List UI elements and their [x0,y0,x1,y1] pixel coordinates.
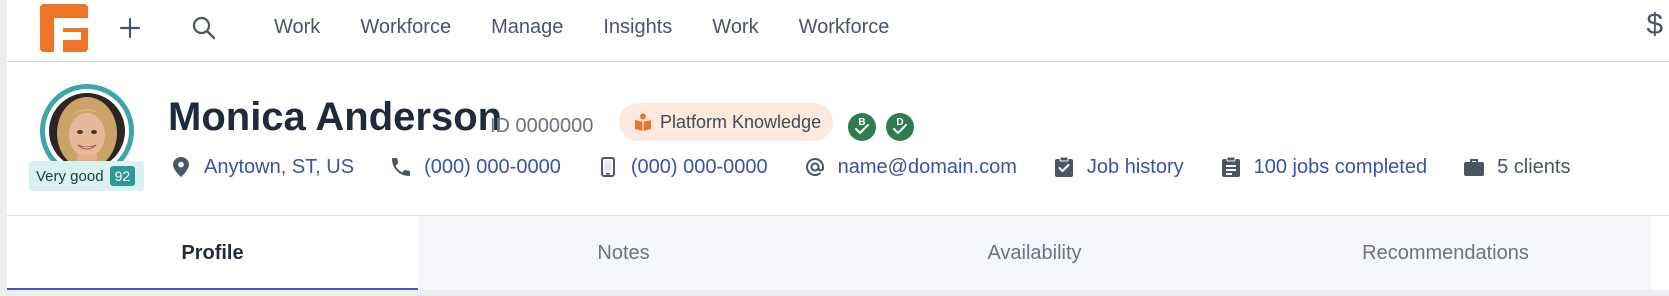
search-icon[interactable] [188,12,220,44]
nav-item-work[interactable]: Work [274,16,320,39]
clipboard-check-icon [1053,156,1075,178]
dollar-icon[interactable]: $ [1646,8,1663,42]
tab-profile[interactable]: Profile [7,216,418,296]
cert-letter-b: B [858,117,865,128]
tabs-bottom-divider [7,290,1669,296]
platform-knowledge-badge[interactable]: Platform Knowledge [619,103,833,141]
location-item[interactable]: Anytown, ST, US [170,156,354,179]
brand-logo[interactable] [40,4,88,52]
phone-text: (000) 000-0000 [424,155,561,178]
phone-icon [390,156,412,178]
nav-item-work-2[interactable]: Work [712,16,758,39]
job-history-link: Job history [1086,155,1184,178]
profile-id: ID 0000000 [490,115,594,137]
nav-item-insights[interactable]: Insights [603,16,672,39]
main-menu: Work Workforce Manage Insights Work Work… [274,0,929,54]
avatar-photo [49,93,125,169]
left-edge-rule [0,0,7,296]
plus-icon[interactable] [114,12,146,44]
nav-item-workforce[interactable]: Workforce [360,16,451,39]
mobile-item[interactable]: (000) 000-0000 [597,156,768,179]
contact-info-row: Anytown, ST, US (000) 000-0000 (000) 000… [170,154,1606,180]
at-sign-icon [804,156,826,178]
book-reader-icon [635,113,651,131]
rating-badge: Very good 92 [29,161,144,191]
tab-recommendations[interactable]: Recommendations [1240,216,1651,296]
nav-item-workforce-2[interactable]: Workforce [799,16,890,39]
clients-item[interactable]: 5 clients [1463,156,1570,179]
profile-name: Monica Anderson [168,95,503,139]
jobs-completed-link: 100 jobs completed [1253,155,1428,178]
profile-tabs: Profile Notes Availability Recommendatio… [7,215,1669,296]
phone-item[interactable]: (000) 000-0000 [390,156,561,179]
map-pin-icon [170,156,192,178]
tab-availability[interactable]: Availability [829,216,1240,296]
job-history-item[interactable]: Job history [1053,156,1184,179]
certification-d-icon[interactable]: D [886,113,914,141]
email-item[interactable]: name@domain.com [804,156,1017,179]
clipboard-list-icon [1220,156,1242,178]
mobile-text: (000) 000-0000 [630,155,768,178]
jobs-completed-item[interactable]: 100 jobs completed [1220,156,1427,179]
clients-text: 5 clients [1497,155,1571,178]
rating-score: 92 [109,166,136,186]
rating-label: Very good [36,167,104,185]
cert-letter-d: D [896,117,903,128]
certification-b-icon[interactable]: B [848,113,876,141]
platform-knowledge-label: Platform Knowledge [660,111,822,132]
nav-item-manage[interactable]: Manage [491,16,563,39]
location-text: Anytown, ST, US [204,155,355,178]
tab-notes[interactable]: Notes [418,216,829,296]
mobile-phone-icon [597,156,619,178]
top-navigation-bar: Work Workforce Manage Insights Work Work… [7,0,1669,62]
briefcase-icon [1463,156,1485,178]
email-text: name@domain.com [837,155,1017,178]
